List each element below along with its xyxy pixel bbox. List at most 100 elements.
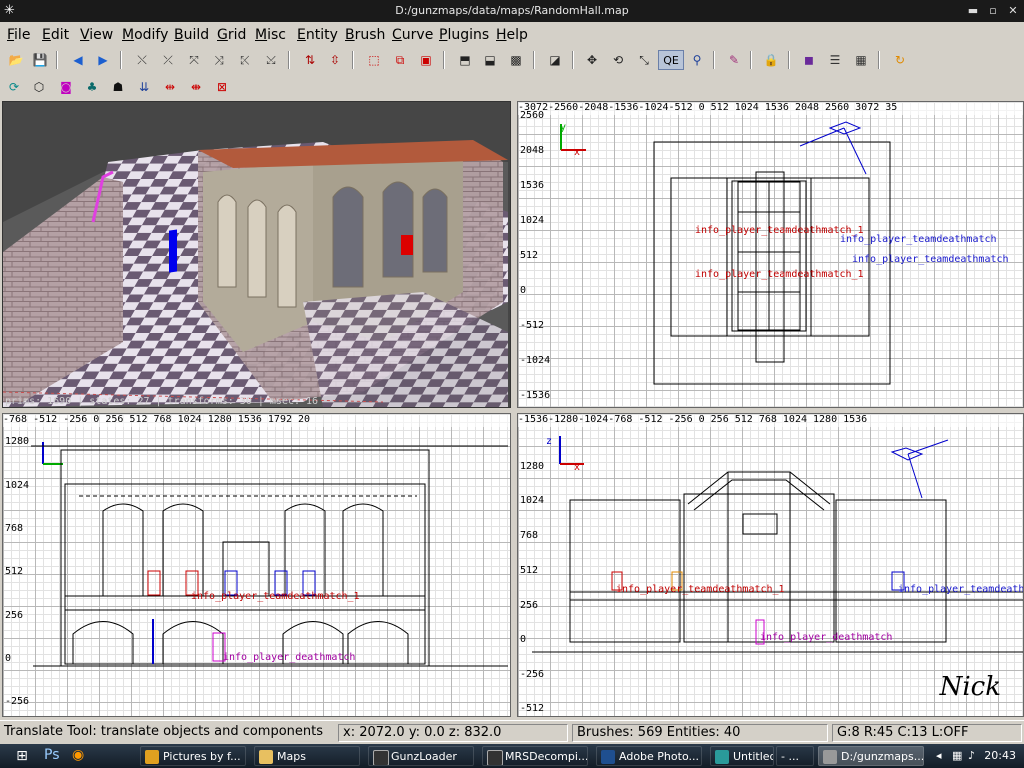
xz-front-view[interactable]: -1536-1280-1024-768 -512 -256 0 256 512 … xyxy=(517,413,1024,717)
entity-label[interactable]: info_player_teamdeathmatch xyxy=(852,254,1009,265)
tray-volume-icon[interactable]: ♪ xyxy=(968,749,975,762)
translate-icon[interactable]: ✥ xyxy=(582,50,602,70)
undo-arrow-icon[interactable]: ◀ xyxy=(68,50,88,70)
entity-label[interactable]: info_player_teamdeath xyxy=(898,584,1023,595)
camera-stats: prims: 1690 | states: 27 | transforms: 3… xyxy=(5,396,319,407)
xz-geometry xyxy=(532,436,1023,653)
no-filter-icon[interactable]: ⊠ xyxy=(212,77,232,97)
shader-icon[interactable]: ◼ xyxy=(799,50,819,70)
yz-side-view[interactable]: -768 -512 -256 0 256 512 768 1024 1280 1… xyxy=(2,413,511,717)
make-hollow-icon[interactable]: ▣ xyxy=(416,50,436,70)
minimize-button[interactable]: ▬ xyxy=(965,3,981,18)
entity-label[interactable]: info_player_deathmatch xyxy=(223,652,355,663)
signature-text: Nick xyxy=(939,672,1001,702)
xz-axis-x: x xyxy=(574,462,581,473)
save-icon[interactable]: 💾 xyxy=(30,50,50,70)
xy-axis-y: y xyxy=(560,122,567,133)
menu-curve[interactable]: Curve xyxy=(392,27,433,43)
clock: 20:43 xyxy=(984,749,1016,762)
menu-build[interactable]: Build xyxy=(174,27,209,43)
taskbar: ⊞ Ps ◉ Pictures by f... Maps GunzLoader … xyxy=(0,744,1024,768)
caulk-filter-icon[interactable]: ◙ xyxy=(56,77,76,97)
window-title: D:/gunzmaps/data/maps/RandomHall.map xyxy=(395,4,629,17)
menu-modify[interactable]: Modify xyxy=(122,27,168,43)
refresh-icon[interactable]: ↻ xyxy=(890,50,910,70)
region-lock-icon[interactable]: 🔒 xyxy=(761,50,781,70)
task-maps[interactable]: Maps xyxy=(254,746,360,766)
task-untitled[interactable]: Untitled xyxy=(710,746,774,766)
entity-label[interactable]: info_player_teamdeathmatch_1 xyxy=(616,584,785,595)
patch-icon[interactable]: ✎ xyxy=(724,50,744,70)
scale-icon[interactable]: ⤡ xyxy=(634,50,654,70)
status-counts: Brushes: 569 Entities: 40 xyxy=(572,724,828,742)
split-h-icon[interactable]: ⇹ xyxy=(160,77,180,97)
monster-icon[interactable]: ☗ xyxy=(108,77,128,97)
split-v-icon[interactable]: ⇼ xyxy=(186,77,206,97)
rotate-y-icon[interactable]: ⤨ xyxy=(209,50,229,70)
menu-grid[interactable]: Grid xyxy=(217,27,246,43)
camera-view[interactable]: prims: 1690 | states: 27 | transforms: 3… xyxy=(2,101,511,408)
entity-label[interactable]: info_player_teamdeathmatch_1 xyxy=(695,225,864,236)
title-bar: ✳ D:/gunzmaps/data/maps/RandomHall.map ▬… xyxy=(0,0,1024,22)
csg-subtract-icon[interactable]: ⬚ xyxy=(364,50,384,70)
rotate-icon[interactable]: ⟲ xyxy=(608,50,628,70)
photoshop-quicklaunch-icon[interactable]: Ps xyxy=(44,747,60,763)
yz-geometry xyxy=(31,442,508,667)
cycle-icon[interactable]: ⟳ xyxy=(4,77,24,97)
tray-network-icon[interactable]: ▦ xyxy=(952,749,962,762)
menu-file[interactable]: File xyxy=(7,27,30,43)
status-tool: Translate Tool: translate objects and co… xyxy=(4,724,324,739)
maximize-button[interactable]: ▫ xyxy=(985,3,1001,18)
filter-toolbar: ⟳ ⬡ ◙ ♣ ☗ ⇊ ⇹ ⇼ ⊠ xyxy=(0,74,1024,100)
qe-tool-button[interactable]: QE xyxy=(658,50,684,70)
cubic-clip-icon[interactable]: ▩ xyxy=(506,50,526,70)
menu-plugins[interactable]: Plugins xyxy=(439,27,489,43)
xy-top-view[interactable]: -3072-2560-2048-1536-1024-512 0 512 1024… xyxy=(517,101,1024,408)
open-icon[interactable]: 📂 xyxy=(6,50,26,70)
entity-list-icon[interactable]: ☰ xyxy=(825,50,845,70)
task-gunzloader[interactable]: GunzLoader xyxy=(368,746,474,766)
rotate-x-icon[interactable]: ⤫ xyxy=(158,50,178,70)
menu-bar: File Edit View Modify Build Grid Misc En… xyxy=(0,22,1024,46)
menu-entity[interactable]: Entity xyxy=(297,27,338,43)
csg-merge-icon[interactable]: ⧉ xyxy=(390,50,410,70)
chrome-quicklaunch-icon[interactable]: ◉ xyxy=(72,747,84,763)
entity-label[interactable]: info_player_deathmatch xyxy=(760,632,892,643)
select-complete-tall-icon[interactable]: ⇅ xyxy=(300,50,320,70)
flip-x-icon[interactable]: ⤬ xyxy=(132,50,152,70)
menu-view[interactable]: View xyxy=(80,27,113,43)
entity-label[interactable]: info_player_teamdeathmatch_1 xyxy=(695,269,864,280)
hexagon-icon[interactable]: ⬡ xyxy=(29,77,49,97)
clipper-icon[interactable]: ⬒ xyxy=(455,50,475,70)
start-button[interactable]: ⊞ xyxy=(4,746,40,766)
task-mrsdecompiler[interactable]: MRSDecompi... xyxy=(482,746,588,766)
menu-edit[interactable]: Edit xyxy=(42,27,69,43)
menu-help[interactable]: Help xyxy=(496,27,528,43)
tree-icon[interactable]: ♣ xyxy=(82,77,102,97)
task-photoshop[interactable]: Adobe Photo... xyxy=(596,746,702,766)
flip-z-icon[interactable]: ⤪ xyxy=(235,50,255,70)
xz-axis-z: z xyxy=(546,436,553,447)
task-pictures[interactable]: Pictures by f... xyxy=(140,746,246,766)
texture-lock-icon[interactable]: ⬓ xyxy=(480,50,500,70)
tray-arrow-icon[interactable]: ◂ xyxy=(936,749,942,762)
down-arrows-icon[interactable]: ⇊ xyxy=(134,77,154,97)
redo-arrow-icon[interactable]: ▶ xyxy=(93,50,113,70)
task-radiant[interactable]: D:/gunzmaps... xyxy=(818,746,924,766)
rotate-z-icon[interactable]: ⤩ xyxy=(261,50,281,70)
task-more[interactable]: - ... xyxy=(776,746,814,766)
entity-label[interactable]: info_player_teamdeathmatch_1 xyxy=(191,591,360,602)
drag-vertices-icon[interactable]: ⚲ xyxy=(687,50,707,70)
flip-y-icon[interactable]: ⤧ xyxy=(184,50,204,70)
select-touching-icon[interactable]: ⇳ xyxy=(325,50,345,70)
main-toolbar: 📂 💾 ◀ ▶ ⤬ ⤫ ⤧ ⤨ ⤪ ⤩ ⇅ ⇳ ⬚ ⧉ ▣ ⬒ ⬓ ▩ ◪ ✥ … xyxy=(0,47,1024,73)
menu-misc[interactable]: Misc xyxy=(255,27,286,43)
entity-label[interactable]: info_player_teamdeathmatch xyxy=(840,234,997,245)
close-button[interactable]: ✕ xyxy=(1005,3,1021,18)
status-bar: Translate Tool: translate objects and co… xyxy=(0,720,1024,745)
status-coords: x: 2072.0 y: 0.0 z: 832.0 xyxy=(338,724,568,742)
menu-brush[interactable]: Brush xyxy=(345,27,385,43)
change-view-icon[interactable]: ◪ xyxy=(545,50,565,70)
texture-browser-icon[interactable]: ▦ xyxy=(851,50,871,70)
camera-scene xyxy=(3,102,510,407)
